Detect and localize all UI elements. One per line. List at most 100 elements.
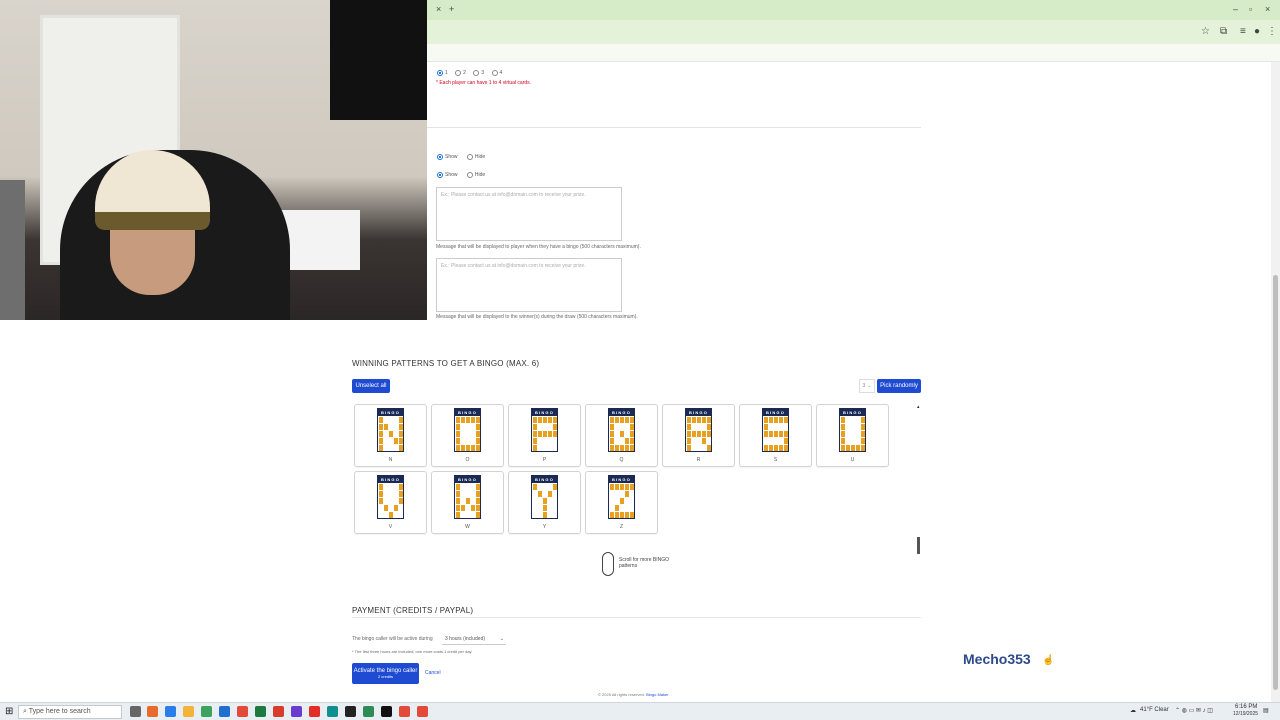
bingo-header: BINGO	[378, 409, 403, 416]
pattern-cell	[471, 484, 475, 490]
pattern-cell	[471, 438, 475, 444]
pattern-card-s[interactable]: BINGO S	[739, 404, 812, 467]
star-icon[interactable]: ☆	[1201, 26, 1210, 37]
chrome-icon[interactable]	[417, 706, 428, 717]
pattern-card-w[interactable]: BINGO W	[431, 471, 504, 534]
taskbar-app-icon[interactable]	[327, 706, 338, 717]
card-count-4[interactable]: 4	[491, 70, 502, 76]
hide-radio[interactable]: Hide	[466, 172, 485, 178]
pattern-cell	[399, 505, 403, 511]
pattern-cell	[384, 445, 388, 451]
activate-button[interactable]: Activate the bingo caller 2 credits	[352, 663, 419, 684]
bingo-header: BINGO	[378, 476, 403, 483]
pattern-card-r[interactable]: BINGO R	[662, 404, 735, 467]
bingo-card-thumbnail: BINGO	[531, 475, 558, 519]
cancel-link[interactable]: Cancel	[425, 670, 441, 676]
window-close-button[interactable]: ×	[1265, 4, 1270, 14]
pattern-label: Y	[542, 524, 547, 530]
pattern-cell	[476, 512, 480, 518]
pattern-cell	[630, 438, 634, 444]
taskbar-app-icon[interactable]	[273, 706, 284, 717]
pattern-cell	[707, 424, 711, 430]
maximize-button[interactable]: ▫	[1249, 4, 1252, 14]
patterns-scroll-thumb[interactable]	[917, 537, 920, 554]
chrome-icon[interactable]	[237, 706, 248, 717]
pattern-cell	[764, 431, 768, 437]
clock-date[interactable]: 12/19/2025	[1233, 711, 1258, 717]
extensions-icon[interactable]: ⧉	[1220, 26, 1227, 37]
tab-close-icon[interactable]: ×	[436, 4, 441, 14]
sidebar-icon[interactable]: ≡	[1240, 26, 1246, 37]
taskbar-app-icon[interactable]	[147, 706, 158, 717]
radio-icon	[437, 70, 443, 76]
weather-icon[interactable]: ☁	[1130, 707, 1136, 714]
excel-icon[interactable]	[255, 706, 266, 717]
pattern-cell	[543, 484, 547, 490]
taskbar-app-icon[interactable]	[165, 706, 176, 717]
pattern-cell	[456, 417, 460, 423]
obs-icon[interactable]	[345, 706, 356, 717]
chrome-icon[interactable]	[399, 706, 410, 717]
pattern-cell	[610, 484, 614, 490]
pattern-cell	[784, 417, 788, 423]
new-tab-button[interactable]: +	[449, 4, 454, 14]
taskbar-search[interactable]: ⌕ Type here to search	[18, 705, 122, 719]
taskbar-app-icon[interactable]	[291, 706, 302, 717]
folder-icon[interactable]	[183, 706, 194, 717]
hide-radio[interactable]: Hide	[466, 154, 485, 160]
random-count-select[interactable]: 3 ⌄	[859, 379, 875, 393]
pattern-cell	[692, 417, 696, 423]
pattern-cell	[769, 438, 773, 444]
pattern-cell	[533, 491, 537, 497]
pattern-cell	[456, 512, 460, 518]
pattern-card-n[interactable]: BINGO N	[354, 404, 427, 467]
youtube-icon[interactable]	[309, 706, 320, 717]
pattern-cells	[533, 417, 557, 451]
pattern-card-z[interactable]: BINGO Z	[585, 471, 658, 534]
pattern-cell	[764, 417, 768, 423]
tray-icons[interactable]: ⌃ ◍ ▭ ✉ ♪ ◫	[1175, 707, 1213, 714]
pattern-card-v[interactable]: BINGO V	[354, 471, 427, 534]
pattern-cell	[615, 505, 619, 511]
pattern-card-q[interactable]: BINGO Q	[585, 404, 658, 467]
minimize-button[interactable]: –	[1233, 4, 1238, 14]
show-radio[interactable]: Show	[437, 172, 458, 178]
bingo-card-thumbnail: BINGO	[685, 408, 712, 452]
notification-icon[interactable]: ▤	[1263, 707, 1269, 714]
clock-time[interactable]: 6:16 PM	[1235, 704, 1257, 710]
taskbar-app-icon[interactable]	[219, 706, 230, 717]
pick-randomly-button[interactable]: Pick randomly	[877, 379, 921, 393]
card-count-3[interactable]: 3	[473, 70, 484, 76]
card-count-2[interactable]: 2	[455, 70, 466, 76]
pattern-card-u[interactable]: BINGO U	[816, 404, 889, 467]
winner-message-textarea[interactable]: Ex.: Please contact us at info@domain.co…	[436, 258, 622, 312]
scroll-up-icon[interactable]: ▴	[917, 404, 920, 410]
bingo-message-textarea[interactable]: Ex.: Please contact us at info@domain.co…	[436, 187, 622, 241]
card-count-1[interactable]: 1	[437, 70, 448, 76]
weather-text[interactable]: 41°F Clear	[1140, 707, 1169, 713]
pattern-card-y[interactable]: BINGO Y	[508, 471, 581, 534]
pattern-cell	[702, 417, 706, 423]
pattern-cell	[384, 484, 388, 490]
task-view-icon[interactable]	[130, 706, 141, 717]
taskbar-app-icon[interactable]	[381, 706, 392, 717]
pattern-cell	[389, 431, 393, 437]
browser-address-bar[interactable]: ☆ ⧉ ≡ ● ⋮	[427, 20, 1280, 44]
pattern-card-p[interactable]: BINGO P	[508, 404, 581, 467]
windows-start-icon[interactable]: ⊞	[5, 706, 13, 717]
pattern-cell	[769, 417, 773, 423]
menu-icon[interactable]: ⋮	[1267, 26, 1277, 37]
pattern-card-o[interactable]: BINGO O	[431, 404, 504, 467]
pattern-cell	[769, 424, 773, 430]
page-scrollbar-thumb[interactable]	[1273, 275, 1278, 690]
pattern-cell	[548, 431, 552, 437]
show-radio[interactable]: Show	[437, 154, 458, 160]
taskbar-app-icon[interactable]	[201, 706, 212, 717]
taskbar-app-icon[interactable]	[363, 706, 374, 717]
profile-icon[interactable]: ●	[1254, 26, 1260, 37]
footer-link[interactable]: Bingo Maker	[646, 692, 668, 697]
unselect-all-button[interactable]: Unselect all	[352, 379, 390, 393]
duration-select[interactable]: 3 hours (included) ⌄	[442, 634, 506, 645]
patterns-scrollbar[interactable]: ▴	[917, 404, 920, 554]
pattern-cells	[533, 484, 557, 518]
